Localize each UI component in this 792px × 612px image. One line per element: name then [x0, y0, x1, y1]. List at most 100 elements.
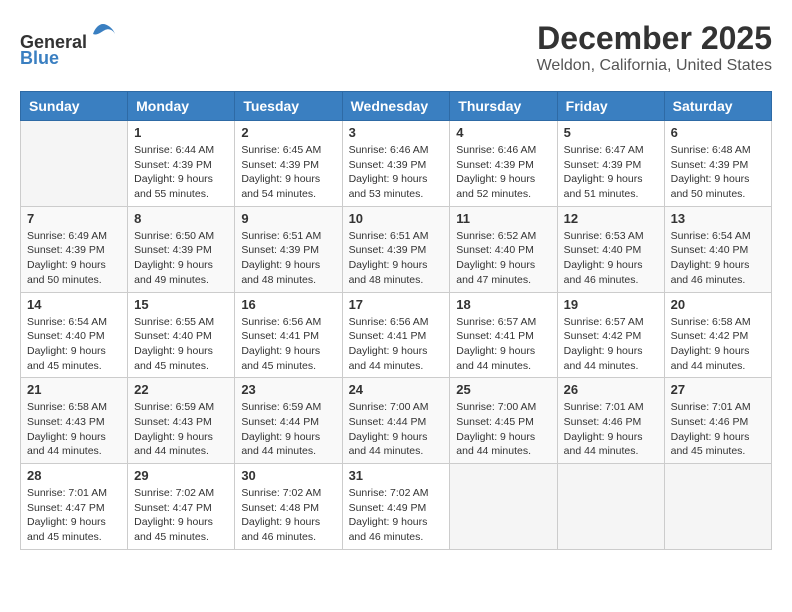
- calendar-week-row: 14Sunrise: 6:54 AM Sunset: 4:40 PM Dayli…: [21, 292, 772, 378]
- day-number: 8: [134, 211, 228, 226]
- day-info: Sunrise: 6:57 AM Sunset: 4:42 PM Dayligh…: [564, 315, 658, 374]
- day-info: Sunrise: 7:01 AM Sunset: 4:46 PM Dayligh…: [671, 400, 765, 459]
- calendar-cell: 21 Sunrise: 6:58 AM Sunset: 4:43 PM Dayli…: [21, 378, 128, 464]
- calendar-cell: 24 Sunrise: 7:00 AM Sunset: 4:44 PM Dayli…: [342, 378, 450, 464]
- calendar-cell: [450, 464, 557, 550]
- calendar-table: SundayMondayTuesdayWednesdayThursdayFrid…: [20, 91, 772, 550]
- day-number: 10: [349, 211, 444, 226]
- day-number: 20: [671, 297, 765, 312]
- day-info: Sunrise: 7:00 AM Sunset: 4:44 PM Dayligh…: [349, 400, 444, 459]
- day-number: 5: [564, 125, 658, 140]
- day-number: 27: [671, 382, 765, 397]
- day-number: 16: [241, 297, 335, 312]
- subtitle: Weldon, California, United States: [537, 57, 772, 75]
- day-number: 26: [564, 382, 658, 397]
- calendar-cell: 18 Sunrise: 6:57 AM Sunset: 4:41 PM Dayli…: [450, 292, 557, 378]
- day-number: 22: [134, 382, 228, 397]
- day-number: 17: [349, 297, 444, 312]
- page-header: General Blue December 2025 Weldon, Calif…: [20, 20, 772, 75]
- main-title: December 2025: [537, 20, 772, 57]
- day-number: 15: [134, 297, 228, 312]
- logo-wave-icon: [89, 20, 117, 48]
- calendar-cell: 28 Sunrise: 7:01 AM Sunset: 4:47 PM Dayli…: [21, 464, 128, 550]
- day-number: 13: [671, 211, 765, 226]
- day-info: Sunrise: 6:53 AM Sunset: 4:40 PM Dayligh…: [564, 229, 658, 288]
- day-info: Sunrise: 6:56 AM Sunset: 4:41 PM Dayligh…: [241, 315, 335, 374]
- day-number: 4: [456, 125, 550, 140]
- calendar-cell: 11Sunrise: 6:52 AM Sunset: 4:40 PM Dayli…: [450, 206, 557, 292]
- calendar-header-monday: Monday: [128, 92, 235, 121]
- calendar-cell: 14Sunrise: 6:54 AM Sunset: 4:40 PM Dayli…: [21, 292, 128, 378]
- day-info: Sunrise: 6:45 AM Sunset: 4:39 PM Dayligh…: [241, 143, 335, 202]
- day-info: Sunrise: 6:51 AM Sunset: 4:39 PM Dayligh…: [349, 229, 444, 288]
- calendar-cell: 23Sunrise: 6:59 AM Sunset: 4:44 PM Dayli…: [235, 378, 342, 464]
- day-info: Sunrise: 7:02 AM Sunset: 4:49 PM Dayligh…: [349, 486, 444, 545]
- calendar-cell: 1 Sunrise: 6:44 AM Sunset: 4:39 PM Daylig…: [128, 121, 235, 207]
- day-info: Sunrise: 7:02 AM Sunset: 4:47 PM Dayligh…: [134, 486, 228, 545]
- day-info: Sunrise: 7:02 AM Sunset: 4:48 PM Dayligh…: [241, 486, 335, 545]
- day-info: Sunrise: 6:51 AM Sunset: 4:39 PM Dayligh…: [241, 229, 335, 288]
- calendar-cell: 4 Sunrise: 6:46 AM Sunset: 4:39 PM Daylig…: [450, 121, 557, 207]
- calendar-week-row: 1 Sunrise: 6:44 AM Sunset: 4:39 PM Daylig…: [21, 121, 772, 207]
- day-number: 21: [27, 382, 121, 397]
- day-number: 2: [241, 125, 335, 140]
- day-number: 7: [27, 211, 121, 226]
- day-number: 12: [564, 211, 658, 226]
- calendar-cell: 17 Sunrise: 6:56 AM Sunset: 4:41 PM Dayli…: [342, 292, 450, 378]
- day-info: Sunrise: 6:48 AM Sunset: 4:39 PM Dayligh…: [671, 143, 765, 202]
- calendar-cell: 9 Sunrise: 6:51 AM Sunset: 4:39 PM Daylig…: [235, 206, 342, 292]
- calendar-cell: 2 Sunrise: 6:45 AM Sunset: 4:39 PM Daylig…: [235, 121, 342, 207]
- calendar-cell: 25Sunrise: 7:00 AM Sunset: 4:45 PM Dayli…: [450, 378, 557, 464]
- calendar-header-thursday: Thursday: [450, 92, 557, 121]
- day-number: 19: [564, 297, 658, 312]
- day-info: Sunrise: 6:58 AM Sunset: 4:42 PM Dayligh…: [671, 315, 765, 374]
- day-number: 3: [349, 125, 444, 140]
- calendar-cell: 7 Sunrise: 6:49 AM Sunset: 4:39 PM Daylig…: [21, 206, 128, 292]
- day-number: 18: [456, 297, 550, 312]
- day-info: Sunrise: 6:44 AM Sunset: 4:39 PM Dayligh…: [134, 143, 228, 202]
- logo: General Blue: [20, 20, 117, 69]
- day-number: 6: [671, 125, 765, 140]
- day-number: 29: [134, 468, 228, 483]
- calendar-week-row: 28 Sunrise: 7:01 AM Sunset: 4:47 PM Dayli…: [21, 464, 772, 550]
- calendar-header-row: SundayMondayTuesdayWednesdayThursdayFrid…: [21, 92, 772, 121]
- day-number: 28: [27, 468, 121, 483]
- calendar-cell: 3 Sunrise: 6:46 AM Sunset: 4:39 PM Daylig…: [342, 121, 450, 207]
- day-info: Sunrise: 6:46 AM Sunset: 4:39 PM Dayligh…: [456, 143, 550, 202]
- day-info: Sunrise: 6:57 AM Sunset: 4:41 PM Dayligh…: [456, 315, 550, 374]
- calendar-cell: 13 Sunrise: 6:54 AM Sunset: 4:40 PM Dayli…: [664, 206, 771, 292]
- calendar-header-wednesday: Wednesday: [342, 92, 450, 121]
- calendar-cell: 29 Sunrise: 7:02 AM Sunset: 4:47 PM Dayli…: [128, 464, 235, 550]
- calendar-cell: 12 Sunrise: 6:53 AM Sunset: 4:40 PM Dayli…: [557, 206, 664, 292]
- day-info: Sunrise: 6:49 AM Sunset: 4:39 PM Dayligh…: [27, 229, 121, 288]
- calendar-cell: [21, 121, 128, 207]
- calendar-cell: 31 Sunrise: 7:02 AM Sunset: 4:49 PM Dayli…: [342, 464, 450, 550]
- day-number: 11: [456, 211, 550, 226]
- day-number: 9: [241, 211, 335, 226]
- calendar-cell: 15 Sunrise: 6:55 AM Sunset: 4:40 PM Dayli…: [128, 292, 235, 378]
- day-info: Sunrise: 6:58 AM Sunset: 4:43 PM Dayligh…: [27, 400, 121, 459]
- title-block: December 2025 Weldon, California, United…: [537, 20, 772, 75]
- calendar-week-row: 21 Sunrise: 6:58 AM Sunset: 4:43 PM Dayli…: [21, 378, 772, 464]
- calendar-cell: [557, 464, 664, 550]
- day-info: Sunrise: 6:59 AM Sunset: 4:44 PM Dayligh…: [241, 400, 335, 459]
- calendar-header-friday: Friday: [557, 92, 664, 121]
- day-info: Sunrise: 7:01 AM Sunset: 4:47 PM Dayligh…: [27, 486, 121, 545]
- day-number: 25: [456, 382, 550, 397]
- calendar-header-saturday: Saturday: [664, 92, 771, 121]
- day-info: Sunrise: 6:46 AM Sunset: 4:39 PM Dayligh…: [349, 143, 444, 202]
- day-info: Sunrise: 6:56 AM Sunset: 4:41 PM Dayligh…: [349, 315, 444, 374]
- day-number: 31: [349, 468, 444, 483]
- day-info: Sunrise: 6:54 AM Sunset: 4:40 PM Dayligh…: [671, 229, 765, 288]
- calendar-cell: 22Sunrise: 6:59 AM Sunset: 4:43 PM Dayli…: [128, 378, 235, 464]
- calendar-cell: [664, 464, 771, 550]
- calendar-cell: 6 Sunrise: 6:48 AM Sunset: 4:39 PM Daylig…: [664, 121, 771, 207]
- calendar-cell: 30 Sunrise: 7:02 AM Sunset: 4:48 PM Dayli…: [235, 464, 342, 550]
- day-number: 30: [241, 468, 335, 483]
- day-info: Sunrise: 6:54 AM Sunset: 4:40 PM Dayligh…: [27, 315, 121, 374]
- calendar-cell: 19 Sunrise: 6:57 AM Sunset: 4:42 PM Dayli…: [557, 292, 664, 378]
- day-number: 1: [134, 125, 228, 140]
- calendar-cell: 8Sunrise: 6:50 AM Sunset: 4:39 PM Daylig…: [128, 206, 235, 292]
- day-info: Sunrise: 6:55 AM Sunset: 4:40 PM Dayligh…: [134, 315, 228, 374]
- day-number: 24: [349, 382, 444, 397]
